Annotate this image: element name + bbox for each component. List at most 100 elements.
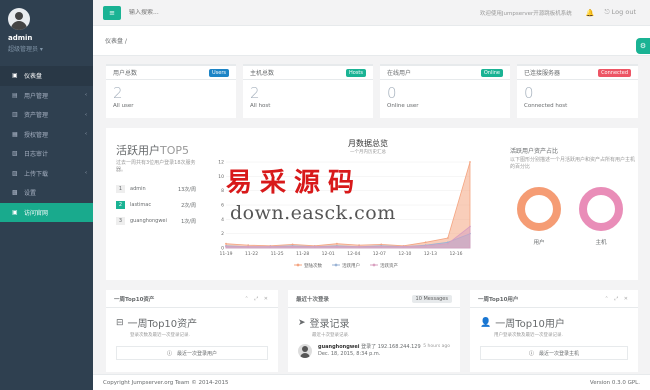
avatar[interactable] — [8, 8, 30, 30]
sidebar-item-label: 日志审计 — [24, 151, 49, 159]
top5-title-main: 活跃用户 — [116, 144, 160, 157]
list-item: guanghongwei 登录了 192.168.244.129 Dec. 18… — [288, 338, 460, 358]
audit-icon: ▧ — [12, 150, 18, 158]
stat-title: 已连接服务器 — [524, 70, 561, 77]
stat-card-connected: 已连接服务器 Connected 0 Connected host — [517, 64, 638, 118]
user-name: lastimac — [130, 202, 152, 208]
panel-header: 一周Top10用户 — [478, 296, 519, 303]
data-point — [380, 245, 383, 248]
top5-desc: 过去一周共有3位用户登录18次服务器。 — [116, 160, 196, 173]
watermark-url: down.easck.com — [230, 202, 396, 224]
stat-value: 2 — [250, 84, 260, 102]
list-item: ⓘ 最近一次登录用户 — [116, 346, 268, 360]
sidebar-item-assets[interactable]: ▥ 资产管理 ‹ — [0, 105, 93, 125]
donut-chart-hosts — [579, 187, 623, 231]
chart-subtitle: 一个月内历史汇总 — [350, 150, 386, 155]
list-item: 1 admin 13次/周 — [116, 185, 196, 193]
bell-icon[interactable]: 🔔 — [586, 9, 595, 17]
top10-users-panel: 一周Top10用户 ⌃ ⤢ ✕ 👤 一周Top10用户 用户登录次数及最近一次登录记… — [470, 290, 638, 372]
panel-tools[interactable]: ⌃ ⤢ ✕ — [604, 296, 630, 302]
legend-marker — [334, 263, 338, 267]
list-item: 2 lastimac 2次/周 — [116, 201, 196, 209]
data-point — [446, 237, 449, 239]
sidebar-item-dashboard[interactable]: ▣ 仪表盘 — [0, 66, 93, 86]
menu-toggle-button[interactable]: ≡ — [103, 5, 121, 20]
login-date: Dec. 18, 2015, 8:34 p.m. — [318, 351, 381, 357]
legend-marker — [372, 263, 376, 267]
top5-title-light: TOP5 — [160, 144, 190, 157]
logout-link[interactable]: ⎋ Log out — [604, 8, 636, 17]
profile-role-dropdown[interactable]: 超级管理员 ▾ — [8, 44, 93, 53]
stat-value: 0 — [524, 84, 534, 102]
footer: Copyright Jumpserver.org Team © 2014-201… — [93, 374, 650, 390]
recent-logins-panel: 最近十次登录 10 Messages ➤ 登录记录 最近十次登录记录. guangh… — [288, 290, 460, 372]
empty-text: 最近一次登录主机 — [539, 350, 580, 357]
sidebar-item-users[interactable]: ▤ 用户管理 ‹ — [0, 86, 93, 106]
copyright: Copyright Jumpserver.org Team © 2014-201… — [103, 379, 229, 386]
panel-header: 一周Top10资产 — [114, 296, 155, 303]
x-tick-label: 12-13 — [424, 251, 437, 257]
breadcrumb-item[interactable]: 仪表盘 / — [105, 38, 127, 45]
legend-marker — [296, 263, 300, 267]
empty-text: 最近一次登录用户 — [177, 350, 218, 357]
profile-name: admin — [8, 34, 33, 42]
x-tick-label: 11-19 — [219, 251, 232, 257]
profile: admin 超级管理员 ▾ — [0, 0, 93, 66]
user-icon: 👤 — [480, 317, 492, 328]
sidebar-item-label: 仪表盘 — [24, 73, 43, 81]
topbar: ≡ 欢迎使用Jumpserver开源跳板机系统 🔔 ⎋ Log out — [93, 0, 650, 26]
y-tick-label: 2 — [221, 231, 224, 237]
permissions-icon: ▦ — [12, 130, 18, 138]
y-tick-label: 8 — [221, 188, 224, 194]
sidebar-item-permissions[interactable]: ▦ 授权管理 ‹ — [0, 125, 93, 145]
list-item: 3 guanghongwei 1次/周 — [116, 217, 196, 225]
chevron-left-icon: ‹ — [85, 111, 87, 118]
data-point — [225, 242, 227, 245]
users-icon: ▤ — [12, 91, 18, 99]
login-user[interactable]: guanghongwei — [318, 344, 360, 350]
stat-title: 主机总数 — [250, 70, 275, 77]
panel-title: 登录记录 — [309, 319, 350, 330]
panel-desc: 最近十次登录记录. — [312, 333, 350, 338]
rank-badge: 1 — [116, 185, 125, 193]
sidebar-item-transfer[interactable]: ▨ 上传下载 ‹ — [0, 164, 93, 184]
stat-card-users: 用户总数 Users 2 All user — [106, 64, 236, 118]
chevron-left-icon: ‹ — [85, 131, 87, 138]
data-point — [469, 225, 471, 228]
version: Version 0.3.0 GPL. — [589, 379, 640, 386]
chevron-left-icon: ‹ — [85, 92, 87, 99]
panel-title: 一周Top10资产 — [127, 319, 198, 330]
donut-label: 主机 — [595, 240, 607, 246]
stat-value: 2 — [113, 84, 123, 102]
x-tick-label: 12-01 — [322, 251, 335, 257]
stat-title: 用户总数 — [113, 70, 138, 77]
sidebar-item-settings[interactable]: ▩ 设置 — [0, 183, 93, 203]
gear-icon[interactable]: ⚙ — [636, 38, 650, 54]
sidebar-item-website[interactable]: ▣ 访问官网 — [0, 202, 93, 222]
avatar — [298, 344, 312, 358]
data-point — [358, 245, 360, 248]
x-tick-label: 11-28 — [296, 251, 309, 257]
panel-tools[interactable]: ⌃ ⤢ ✕ — [244, 296, 270, 302]
search-input[interactable] — [129, 9, 389, 16]
donut-chart-users — [517, 187, 561, 231]
welcome-text: 欢迎使用Jumpserver开源跳板机系统 — [479, 10, 572, 17]
stat-sub: All user — [113, 103, 134, 109]
stat-sub: Online user — [387, 103, 419, 109]
login-count: 1次/周 — [181, 218, 196, 225]
breadcrumb: 仪表盘 / — [93, 26, 650, 56]
chart-title: 月数据总览 — [348, 139, 388, 148]
data-point — [469, 161, 471, 163]
user-name: admin — [130, 186, 146, 192]
sidebar-item-audit[interactable]: ▧ 日志审计 — [0, 144, 93, 164]
top5-title: 活跃用户TOP5 — [116, 142, 189, 158]
panel-desc: 登录次数及最近一次登录记录. — [130, 333, 190, 338]
stat-value: 0 — [387, 84, 397, 102]
data-point — [247, 245, 250, 248]
assets-icon: ▥ — [12, 111, 18, 119]
data-point — [446, 242, 449, 245]
y-tick-label: 6 — [221, 203, 224, 209]
x-tick-label: 12-10 — [398, 251, 411, 257]
login-count: 2次/周 — [181, 202, 196, 209]
stat-sub: All host — [250, 103, 271, 109]
